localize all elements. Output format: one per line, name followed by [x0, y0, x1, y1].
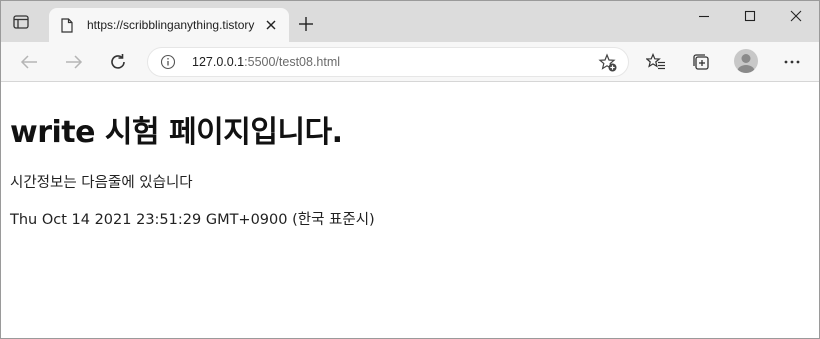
new-tab-button[interactable] [297, 15, 315, 33]
page-heading: write 시험 페이지입니다. [10, 115, 343, 150]
page-icon [61, 17, 75, 33]
profile-icon [737, 54, 755, 73]
more-icon [784, 60, 800, 64]
refresh-button[interactable] [106, 50, 130, 74]
collections-button[interactable] [689, 50, 713, 74]
minimize-button[interactable] [681, 1, 727, 31]
star-plus-icon[interactable] [598, 53, 618, 73]
page-content: write 시험 페이지입니다. 시간정보는 다음줄에 있습니다 Thu Oct… [1, 83, 819, 338]
window-close-button[interactable] [773, 1, 819, 31]
tab-title: https://scribblinganything.tistory [87, 18, 255, 32]
minimize-icon [699, 15, 709, 18]
browser-toolbar: 127.0.0.1:5500/test08.html [1, 42, 819, 82]
back-arrow-icon [20, 55, 37, 69]
back-button[interactable] [17, 50, 41, 74]
forward-button[interactable] [62, 50, 86, 74]
maximize-icon [744, 10, 756, 22]
more-button[interactable] [780, 50, 804, 74]
maximize-button[interactable] [727, 1, 773, 31]
plus-icon [299, 17, 313, 31]
browser-window: https://scribblinganything.tistory 127.0… [0, 0, 820, 339]
collections-icon [693, 54, 709, 70]
address-bar[interactable]: 127.0.0.1:5500/test08.html [147, 47, 629, 77]
tab-actions-icon[interactable] [11, 13, 31, 31]
url-host: 127.0.0.1 [192, 55, 245, 69]
close-icon [790, 10, 802, 22]
time-info-label: 시간정보는 다음줄에 있습니다 [10, 175, 193, 191]
close-icon[interactable] [263, 17, 279, 33]
browser-tab[interactable]: https://scribblinganything.tistory [49, 8, 289, 42]
avatar[interactable] [734, 49, 758, 73]
tab-strip: https://scribblinganything.tistory [1, 1, 819, 42]
favorites-button[interactable] [644, 50, 668, 74]
date-time-text: Thu Oct 14 2021 23:51:29 GMT+0900 (한국 표준… [10, 212, 375, 228]
refresh-icon [111, 54, 125, 69]
forward-arrow-icon [66, 55, 83, 69]
url-text[interactable]: 127.0.0.1:5500/test08.html [192, 55, 340, 69]
url-path: :5500/test08.html [244, 55, 341, 69]
info-icon[interactable] [160, 54, 176, 70]
favorites-icon [646, 53, 665, 70]
